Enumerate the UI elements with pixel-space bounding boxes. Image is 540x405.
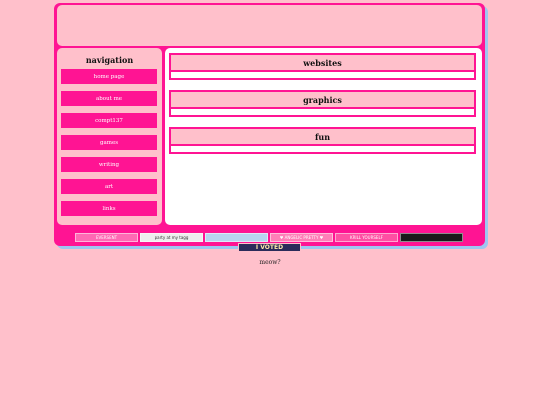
voted-badge: I VOTED [238,243,301,252]
section-body [169,146,476,154]
nav-item-compt137[interactable]: compt137 [61,113,157,128]
section-title[interactable]: fun [169,127,476,146]
section-body [169,109,476,117]
nav-item-games[interactable]: games [61,135,157,150]
navigation-title: navigation [85,55,134,65]
frame-border: navigation home page about me compt137 g… [54,3,485,246]
header-banner [57,5,482,46]
nav-item-links[interactable]: links [61,201,157,216]
nav-item-art[interactable]: art [61,179,157,194]
navigation-sidebar: navigation home page about me compt137 g… [57,48,162,225]
main-content: websites graphics fun [165,48,482,225]
section-websites: websites [169,53,476,80]
stamp-image: ♥ ANGELIC PRETTY ♥ [270,233,333,242]
nav-item-home-page[interactable]: home page [61,69,157,84]
stamp-image: party at my tagg [140,233,203,242]
footer-text: meow? [259,259,281,266]
section-title[interactable]: graphics [169,90,476,109]
stamp-image: EVERSENT [75,233,138,242]
stamp-row: EVERSENT party at my tagg ♥ ANGELIC PRET… [75,233,463,243]
section-body [169,72,476,80]
stamp-image [205,233,268,242]
nav-item-about-me[interactable]: about me [61,91,157,106]
page-frame: navigation home page about me compt137 g… [54,3,488,249]
section-fun: fun [169,127,476,154]
stamp-image [400,233,463,242]
section-title[interactable]: websites [169,53,476,72]
section-graphics: graphics [169,90,476,117]
nav-item-writing[interactable]: writing [61,157,157,172]
stamp-image: KRILL YOURSELF [335,233,398,242]
